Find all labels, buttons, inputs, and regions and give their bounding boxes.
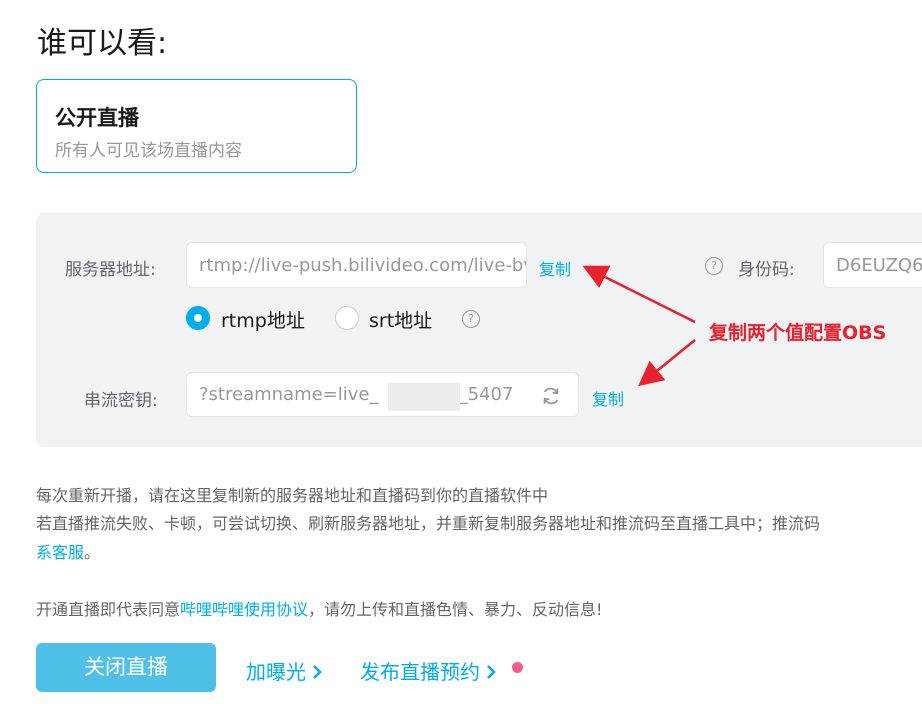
new-dot-badge <box>512 662 523 673</box>
chevron-right-icon <box>313 665 322 679</box>
agreement-suffix: ，请勿上传和直播色情、暴力、反动信息! <box>308 600 603 619</box>
agreement-link[interactable]: 哔哩哔哩使用协议 <box>180 600 308 619</box>
note-line-1: 每次重新开播，请在这里复制新的服务器地址和直播码到你的直播软件中 <box>36 486 549 505</box>
annotation-arrow-key <box>638 339 696 387</box>
note-line-3: 系客服。 <box>36 539 100 563</box>
contact-support-link[interactable]: 系客服 <box>36 543 84 562</box>
agreement-text: 开通直播即代表同意哔哩哔哩使用协议，请勿上传和直播色情、暴力、反动信息! <box>36 596 602 620</box>
chevron-right-icon <box>487 665 496 679</box>
boost-exposure-link[interactable]: 加曝光 <box>246 656 323 685</box>
annotation-text: 复制两个值配置OBS <box>709 322 887 344</box>
agreement-prefix: 开通直播即代表同意 <box>36 600 181 619</box>
note-line-2: 若直播推流失败、卡顿，可尝试切换、刷新服务器地址，并重新复制服务器地址和推流码至… <box>36 514 821 533</box>
close-live-button[interactable]: 关闭直播 <box>36 643 216 692</box>
schedule-live-label: 发布直播预约 <box>360 660 480 684</box>
schedule-live-link[interactable]: 发布直播预约 <box>360 656 497 685</box>
note-line-3-tail: 。 <box>84 543 101 562</box>
boost-exposure-label: 加曝光 <box>246 660 306 684</box>
annotation-arrow-server <box>582 265 696 324</box>
